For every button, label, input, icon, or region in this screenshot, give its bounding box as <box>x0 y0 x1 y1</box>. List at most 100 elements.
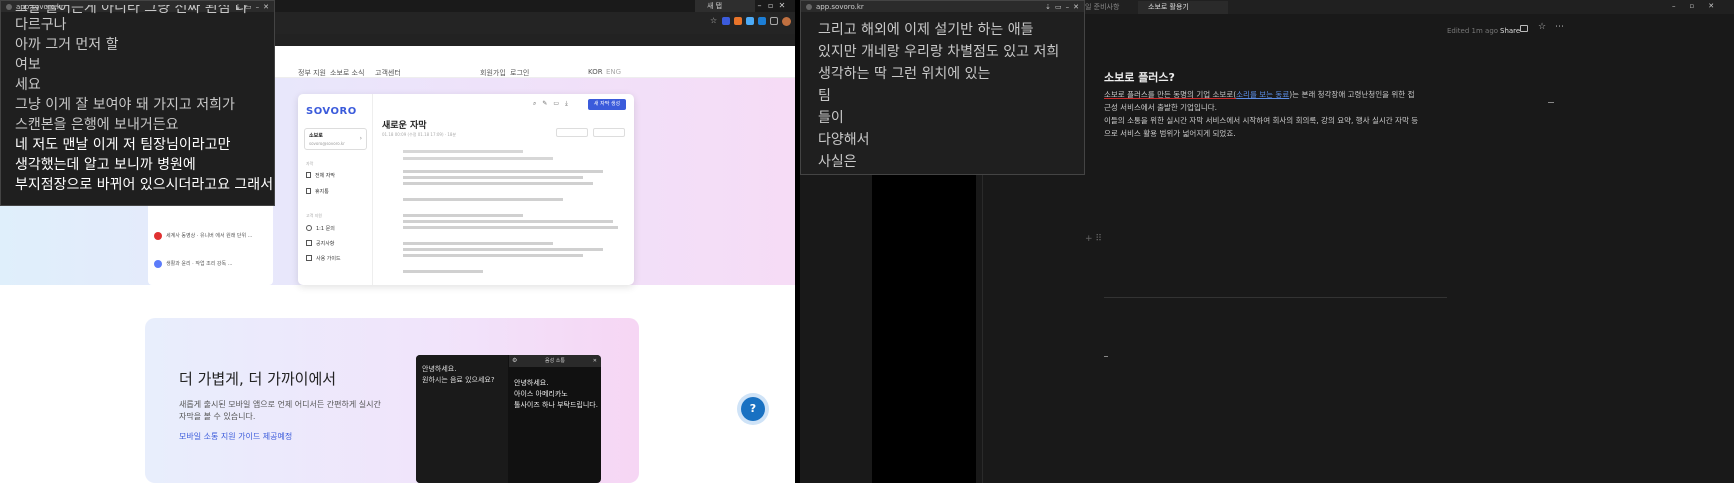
add-block-icon[interactable]: + ⠿ <box>1085 234 1102 244</box>
toolbar-icons: ⌕ ✎ ▭ ⤓ <box>533 100 568 108</box>
tab-label: 일 준비사항 <box>1085 3 1120 11</box>
side-item-inquiry[interactable]: 1:1 문의 <box>306 225 335 232</box>
tab-label: 새 탭 <box>707 2 723 10</box>
search-icon[interactable]: ⌕ <box>533 100 536 108</box>
dark-sidebar-region <box>872 170 976 483</box>
close-icon[interactable]: ✕ <box>777 1 786 10</box>
globe-icon <box>806 3 812 10</box>
app-sidebar: SOVORO 소보로 sovoro@sovoro.kr › 자막 전체 자막 휴… <box>298 94 373 285</box>
expand-icon[interactable]: ▭ <box>1055 3 1062 11</box>
browser-tab[interactable]: 새 탭 <box>695 0 755 12</box>
paragraph-text: 이들의 소통을 위한 실시간 자막 서비스에서 시작하여 회사의 회의록, 강의… <box>1104 116 1419 125</box>
doc-title: 새로운 자막 <box>382 121 427 131</box>
minimize-icon[interactable]: – <box>1066 3 1070 11</box>
side-item-label: 사용 가이드 <box>316 256 341 262</box>
help-button[interactable]: ? <box>741 397 765 421</box>
headset-icon <box>306 225 312 231</box>
caption-line: 그날 들어는게 아니라 그냥 전짜 된심 나 <box>15 5 248 15</box>
app-window: SOVORO 소보로 sovoro@sovoro.kr › 자막 전체 자막 휴… <box>298 94 634 285</box>
paragraph-1: 소보로 플러스를 만든 동명의 기업 소보로(소리를 보는 동료)는 본래 청각… <box>1104 88 1484 114</box>
extension-icon[interactable] <box>722 17 730 25</box>
doc-action-button[interactable] <box>556 128 588 137</box>
overlay-url: app.sovoro.kr <box>816 2 864 11</box>
caption-line: 그냥 이게 잘 보여야 돼 가지고 저희가 <box>15 97 235 113</box>
chevron-right-icon: › <box>359 135 362 142</box>
avatar[interactable] <box>782 17 791 26</box>
settings-icon[interactable]: ⚙ <box>512 355 517 367</box>
side-item-all-captions[interactable]: 전체 자막 <box>306 172 335 179</box>
lang-eng[interactable]: ENG <box>606 68 621 76</box>
feature-desc-2: 자막을 볼 수 있습니다. <box>179 412 256 421</box>
puzzle-icon[interactable] <box>770 17 778 25</box>
left-screen: 새 탭 – ▫ ✕ ☆ 정부 지원 소보로 소식 고객센터 회원가입 로그인 K… <box>0 0 795 483</box>
chat-right-line-2: 아이스 아메리카노 <box>514 390 568 398</box>
doc-meta: 01.18 00:09 (수정 01.18 17:09) · 18분 <box>382 132 457 137</box>
new-caption-button[interactable]: 새 자막 생성 <box>588 99 626 110</box>
caption-line-current: 네 저도 맨날 이게 저 팀장님이라고만 <box>15 137 231 153</box>
profile-card[interactable]: 소보로 sovoro@sovoro.kr › <box>304 128 367 150</box>
nav-signup[interactable]: 회원가입 <box>480 68 506 78</box>
maximize-icon[interactable]: ▫ <box>766 1 775 10</box>
download-icon[interactable]: ⤓ <box>565 100 568 108</box>
side-item-notice[interactable]: 공지사항 <box>306 240 334 247</box>
nav-government-support[interactable]: 정부 지원 <box>298 68 326 78</box>
minimize-icon[interactable]: – <box>755 1 764 10</box>
more-icon[interactable]: ⋯ <box>1555 22 1564 32</box>
close-icon[interactable]: ✕ <box>1708 2 1714 10</box>
caption-line: 그리고 해외에 이제 설기반 하는 애들 <box>818 22 1034 38</box>
paragraph-text: 소보로 플러스를 만든 동명의 기업 소보로( <box>1104 90 1237 99</box>
tab-sovoro-use[interactable]: 소보로 활용기 <box>1138 1 1228 14</box>
star-icon[interactable]: ☆ <box>710 17 718 25</box>
comment-icon[interactable] <box>1520 25 1528 32</box>
caption-line: 다르구나 <box>15 17 67 33</box>
star-icon[interactable]: ☆ <box>1538 22 1546 32</box>
chat-right-line-1: 안녕하세요. <box>514 379 549 387</box>
extension-icon[interactable] <box>758 17 766 25</box>
globe-icon <box>6 3 12 10</box>
caption-line: 세요 <box>15 77 41 93</box>
caption-line: 팀 <box>818 88 831 104</box>
question-icon: ? <box>749 402 757 415</box>
close-icon[interactable]: ✕ <box>593 355 597 367</box>
document-icon <box>306 172 311 178</box>
feature-link[interactable]: 모바일 소통 지원 가이드 제공예정 <box>179 431 292 442</box>
lang-kor[interactable]: KOR <box>588 68 603 76</box>
trash-icon[interactable]: ▭ <box>553 100 559 108</box>
app-logo: SOVORO <box>306 106 357 117</box>
doc-action-button[interactable] <box>593 128 625 137</box>
tab-prep[interactable]: 일 준비사항 <box>1085 2 1119 12</box>
close-icon[interactable]: ✕ <box>1073 3 1079 11</box>
overlay-caption-lines: 그리고 해외에 이제 설기반 하는 애들 있지만 개네랑 우리랑 차별점도 있고… <box>818 19 1059 173</box>
extension-icon[interactable] <box>746 17 754 25</box>
side-item-guide[interactable]: 사용 가이드 <box>306 255 341 262</box>
caption-line: 있지만 개네랑 우리랑 차별점도 있고 저희 <box>818 44 1060 60</box>
side-item-label: 휴지통 <box>315 189 329 195</box>
side-item-trash[interactable]: 휴지통 <box>306 188 329 195</box>
page-heading: 소보로 플러스? <box>1104 71 1175 84</box>
minimize-icon[interactable]: – <box>1672 2 1676 10</box>
book-icon <box>306 255 312 261</box>
caption-line: 여보 <box>15 57 41 73</box>
chat-header-title: 음성 소통 <box>545 358 565 364</box>
feature-title: 더 가볍게, 더 가까이에서 <box>179 370 337 388</box>
paragraph-text: 근성 서비스에서 출발한 기업입니다. <box>1104 103 1218 112</box>
caption-line: 생각하는 딱 그런 위치에 있는 <box>818 66 991 82</box>
feature-desc-1: 새롭게 출시된 모바일 앱으로 언제 어디서든 간편하게 실시간 <box>179 400 381 409</box>
megaphone-icon <box>306 240 312 246</box>
side-item-label: 1:1 문의 <box>316 226 335 232</box>
extension-icon[interactable] <box>734 17 742 25</box>
chat-dialog: 안녕하세요. 원하시는 음료 있으세요? ⚙ 음성 소통 ✕ 안녕하세요. 아이… <box>416 355 601 483</box>
chat-right-line-3: 톨사이즈 하나 부탁드립니다. <box>514 401 598 409</box>
nav-sovoro-news[interactable]: 소보로 소식 <box>330 68 364 78</box>
paragraph-link[interactable]: 소리를 보는 동료 <box>1236 90 1289 99</box>
share-button[interactable]: Share <box>1500 27 1520 35</box>
profile-email: sovoro@sovoro.kr <box>309 141 345 146</box>
nav-customer-center[interactable]: 고객센터 <box>375 68 401 78</box>
maximize-icon[interactable]: ▫ <box>1690 2 1695 10</box>
caption-line-current: 생각했는데 알고 보니까 병원에 <box>15 157 196 173</box>
overlay-caption-lines: 그날 들어는게 아니라 그냥 전짜 된심 나 다르구나 아까 그거 먼저 할 여… <box>15 5 273 195</box>
paragraph-2: 이들의 소통을 위한 실시간 자막 서비스에서 시작하여 회사의 회의록, 강의… <box>1104 114 1484 140</box>
edit-icon[interactable]: ✎ <box>542 100 547 108</box>
nav-login[interactable]: 로그인 <box>510 68 529 78</box>
pin-icon[interactable]: ⇣ <box>1045 3 1051 11</box>
